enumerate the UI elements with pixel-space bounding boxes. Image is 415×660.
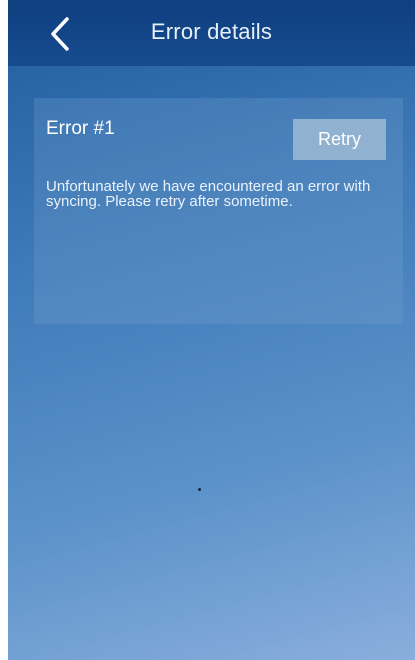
app-screen: Error details Error #1 Retry Unfortunate… [8, 0, 415, 660]
page-title: Error details [150, 19, 273, 44]
top-bar: Error details [8, 0, 415, 66]
loading-dot [198, 488, 201, 491]
error-title: Error #1 [46, 118, 115, 139]
error-card: Error #1 Retry Unfortunately we have enc… [34, 98, 403, 324]
retry-button[interactable]: Retry [293, 119, 386, 160]
error-message: Unfortunately we have encountered an err… [46, 178, 371, 210]
